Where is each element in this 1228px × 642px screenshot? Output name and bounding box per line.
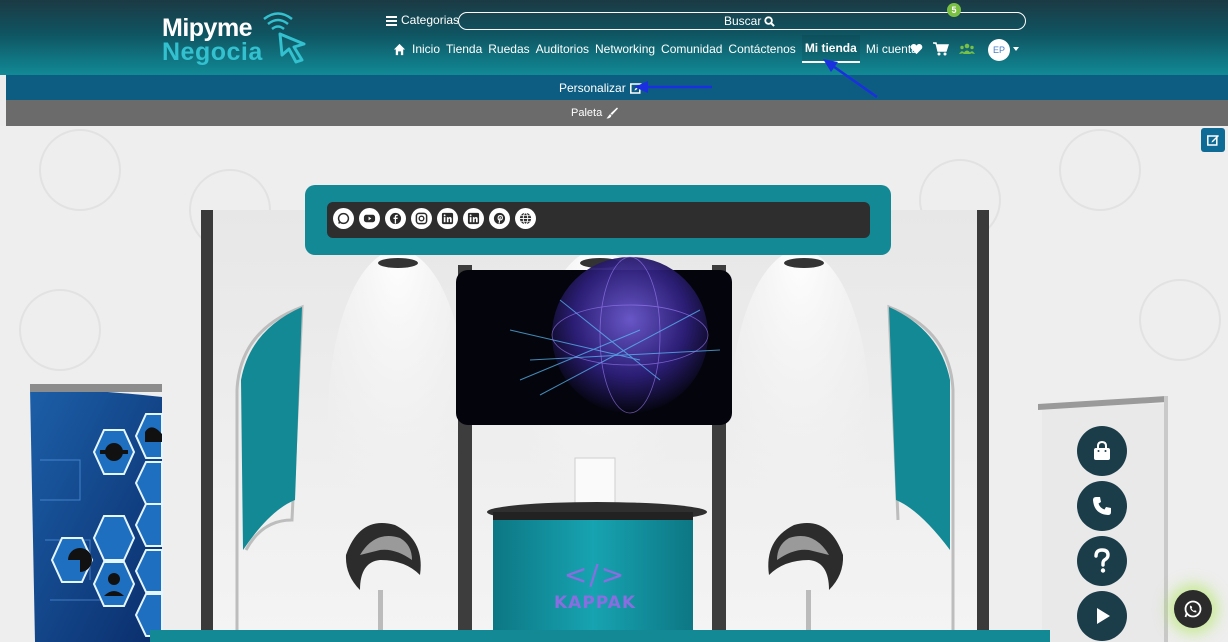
cursor-wifi-icon — [263, 12, 306, 64]
home-icon[interactable] — [393, 43, 406, 56]
search-label-wrap: Buscar — [724, 14, 776, 28]
categories-label: Categorias — [401, 13, 460, 27]
play-icon — [1097, 608, 1110, 624]
main-nav: Inicio Tienda Ruedas Auditorios Networki… — [393, 35, 924, 63]
question-mark-icon — [1094, 548, 1110, 573]
social-links — [333, 208, 536, 229]
globe-icon[interactable] — [515, 208, 536, 229]
nav-networking[interactable]: Networking — [595, 42, 655, 56]
search-input[interactable]: Buscar — [458, 12, 1026, 30]
personalizar-button[interactable]: Personalizar — [559, 81, 642, 95]
shop-bag-button[interactable] — [1077, 426, 1127, 476]
personalizar-bar: Personalizar — [6, 75, 1228, 100]
linkedin-icon[interactable] — [463, 208, 484, 229]
facebook-icon[interactable] — [385, 208, 406, 229]
whatsapp-chat-button[interactable] — [1174, 590, 1212, 628]
notification-badge: 5 — [947, 3, 961, 17]
play-video-button[interactable] — [1077, 591, 1127, 641]
virtual-booth-stage: </> KAPPAK — [0, 126, 1228, 642]
chevron-down-icon[interactable] — [1013, 47, 1019, 51]
avatar[interactable]: EP — [988, 39, 1010, 61]
search-label: Buscar — [724, 14, 762, 28]
pinterest-icon[interactable] — [489, 208, 510, 229]
nav-contactenos[interactable]: Contáctenos — [728, 42, 795, 56]
nav-mi-tienda[interactable]: Mi tienda — [801, 35, 860, 63]
heart-icon[interactable] — [910, 43, 923, 55]
call-button[interactable] — [1077, 481, 1127, 531]
hamburger-icon — [386, 15, 397, 26]
mipyme-negocia-logo[interactable]: Mipyme Negocia — [162, 10, 312, 66]
whatsapp-icon[interactable] — [333, 208, 354, 229]
top-navbar: Mipyme Negocia Categorias Buscar Inicio … — [0, 0, 1228, 75]
community-icon[interactable] — [959, 43, 975, 55]
counter-logo: </> KAPPAK — [545, 558, 645, 613]
whatsapp-icon — [1184, 600, 1202, 618]
help-button[interactable] — [1077, 536, 1127, 586]
cart-icon[interactable] — [933, 42, 949, 56]
edit-icon — [1207, 135, 1219, 146]
nav-comunidad[interactable]: Comunidad — [661, 42, 722, 56]
youtube-icon[interactable] — [359, 208, 380, 229]
header-icons — [910, 36, 975, 62]
code-symbol: </> — [563, 558, 627, 591]
instagram-icon[interactable] — [411, 208, 432, 229]
edit-booth-button[interactable] — [1201, 128, 1225, 152]
nav-auditorios[interactable]: Auditorios — [536, 42, 589, 56]
nav-inicio[interactable]: Inicio — [412, 42, 440, 56]
paleta-button[interactable]: Paleta — [571, 107, 619, 119]
logo-text-negocia: Negocia — [162, 38, 263, 66]
search-icon — [764, 15, 776, 27]
personalizar-label: Personalizar — [559, 81, 626, 95]
paleta-label: Paleta — [571, 107, 603, 119]
categories-button[interactable]: Categorias — [386, 13, 459, 27]
shopping-bag-icon — [1094, 440, 1110, 460]
paleta-bar: Paleta — [6, 100, 1228, 126]
edit-icon — [629, 83, 642, 94]
nav-ruedas[interactable]: Ruedas — [488, 42, 529, 56]
counter-brand-name: KAPPAK — [553, 593, 637, 613]
phone-icon — [1093, 497, 1111, 515]
nav-tienda[interactable]: Tienda — [446, 42, 482, 56]
paintbrush-icon — [606, 107, 619, 119]
linkedin-icon[interactable] — [437, 208, 458, 229]
